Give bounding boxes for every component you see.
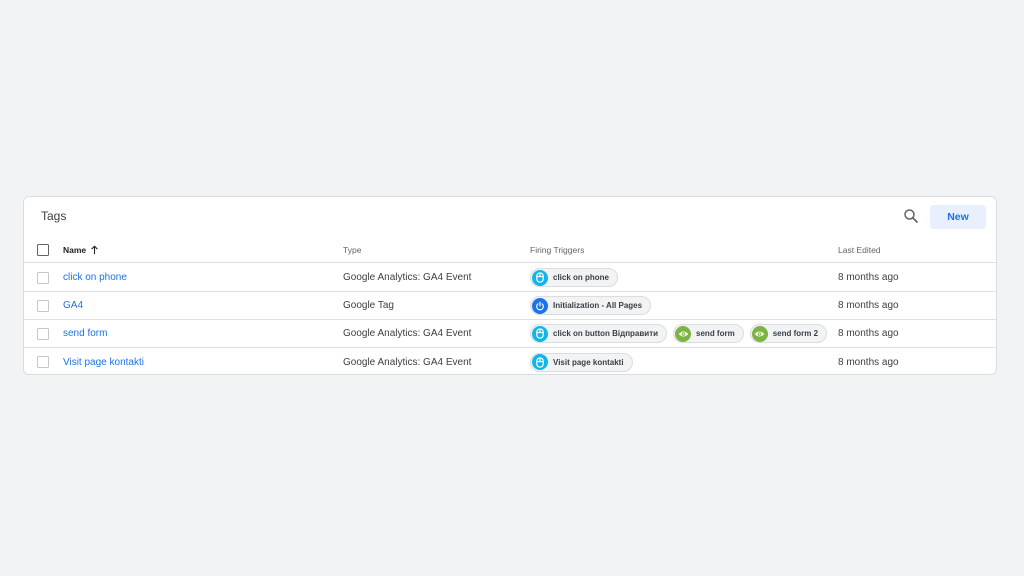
tag-name-link[interactable]: click on phone — [63, 272, 127, 283]
table-row[interactable]: GA4 Google Tag Initialization - All Pages 8… — [24, 292, 996, 320]
firing-triggers: click on button Відправити send form send … — [530, 324, 828, 343]
firing-triggers: Visit page kontakti — [530, 352, 633, 372]
trigger-chip-label: Visit page kontakti — [553, 357, 624, 367]
column-triggers-label: Firing Triggers — [530, 244, 585, 255]
firing-triggers: Initialization - All Pages — [530, 296, 652, 315]
sort-ascending-icon — [91, 244, 98, 254]
tags-card: Tags New Name Type Firing Triggers Last … — [23, 196, 997, 375]
table-row[interactable]: send form Google Analytics: GA4 Event clic… — [24, 320, 996, 348]
tag-name-link[interactable]: Visit page kontakti — [63, 357, 144, 368]
last-edited: 8 months ago — [838, 328, 899, 339]
table-row[interactable]: click on phone Google Analytics: GA4 Even… — [24, 264, 996, 292]
column-triggers-header[interactable]: Firing Triggers — [530, 237, 584, 262]
search-button[interactable] — [902, 207, 920, 225]
column-last-edited-header[interactable]: Last Edited — [838, 237, 881, 262]
trigger-chip[interactable]: send form 2 — [749, 324, 828, 343]
trigger-chip-label: Initialization - All Pages — [553, 301, 643, 310]
trigger-chip[interactable]: Initialization - All Pages — [530, 296, 652, 315]
click-icon — [532, 269, 548, 286]
click-icon — [532, 325, 548, 342]
trigger-chip-label: click on button Відправити — [553, 329, 659, 338]
column-last-edited-label: Last Edited — [838, 244, 881, 255]
table-header: Name Type Firing Triggers Last Edited — [24, 237, 996, 263]
trigger-chip-label: click on phone — [553, 273, 610, 282]
eye-icon — [751, 325, 768, 342]
column-name-header[interactable]: Name — [63, 237, 99, 262]
column-type-label: Type — [343, 244, 362, 255]
row-checkbox[interactable] — [37, 356, 49, 368]
row-checkbox[interactable] — [37, 271, 49, 284]
last-edited: 8 months ago — [838, 300, 899, 311]
trigger-chip[interactable]: click on phone — [530, 268, 619, 287]
row-checkbox[interactable] — [37, 327, 49, 340]
column-type-header[interactable]: Type — [343, 237, 361, 262]
row-checkbox[interactable] — [37, 299, 49, 312]
table-row[interactable]: Visit page kontakti Google Analytics: GA4… — [24, 348, 996, 374]
eye-icon — [675, 325, 692, 342]
trigger-chip[interactable]: send form — [673, 324, 744, 343]
tag-type: Google Analytics: GA4 Event — [343, 328, 472, 339]
page-title: Tags — [41, 209, 67, 223]
tag-name-link[interactable]: GA4 — [63, 300, 83, 311]
new-tag-button[interactable]: New — [930, 205, 986, 229]
trigger-chip-label: send form — [696, 329, 735, 338]
search-icon — [904, 209, 918, 223]
last-edited: 8 months ago — [838, 272, 899, 283]
column-name-label: Name — [63, 244, 87, 255]
trigger-chip-label: send form 2 — [772, 329, 819, 338]
last-edited: 8 months ago — [838, 356, 899, 368]
firing-triggers: click on phone — [530, 268, 619, 287]
tag-type: Google Tag — [343, 300, 394, 311]
trigger-chip[interactable]: Visit page kontakti — [530, 352, 633, 372]
tag-name-link[interactable]: send form — [63, 328, 107, 339]
select-all-checkbox[interactable] — [37, 243, 49, 256]
trigger-chip[interactable]: click on button Відправити — [530, 324, 668, 343]
click-icon — [532, 354, 548, 370]
tag-type: Google Analytics: GA4 Event — [343, 356, 472, 368]
card-header: Tags New — [24, 197, 996, 237]
power-icon — [532, 297, 548, 314]
tag-type: Google Analytics: GA4 Event — [343, 272, 472, 283]
